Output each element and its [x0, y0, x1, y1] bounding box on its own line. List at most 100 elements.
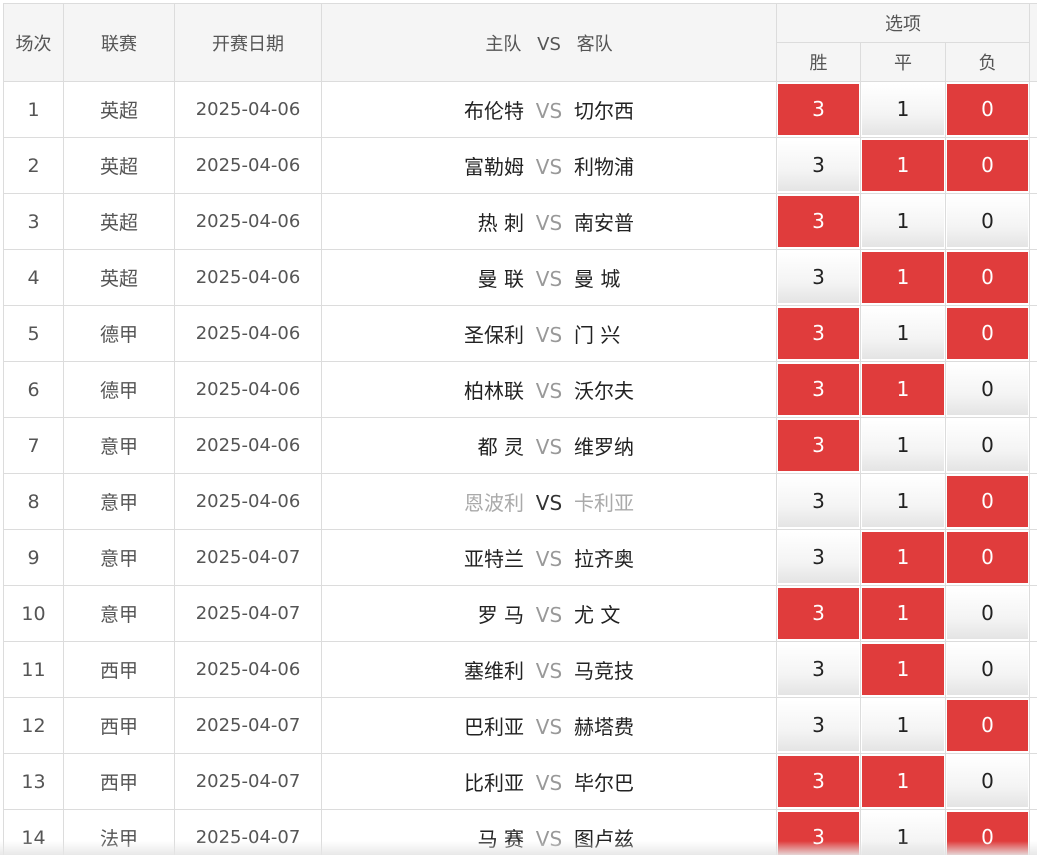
- row-spacer: [1029, 529, 1037, 586]
- home-team: 柏林联: [464, 379, 524, 403]
- home-team: 都 灵: [477, 435, 524, 459]
- match-date: 2025-04-06: [174, 305, 322, 362]
- row-spacer: [1029, 137, 1037, 194]
- lose-option-button[interactable]: 0: [947, 756, 1029, 807]
- lose-cell: 0: [944, 473, 1031, 530]
- match-number: 12: [3, 697, 64, 754]
- lose-option-button[interactable]: 0: [947, 476, 1029, 527]
- away-team: 拉齐奥: [574, 547, 634, 571]
- match-number: 5: [3, 305, 64, 362]
- win-option-button[interactable]: 3: [778, 588, 859, 639]
- match-table-container: 场次 联赛 开赛日期 主队 VS 客队 选项 胜 平 负 1 英超 2025-04-…: [3, 3, 1037, 855]
- match-number: 9: [3, 529, 64, 586]
- match-date: 2025-04-06: [174, 137, 322, 194]
- win-option-button[interactable]: 3: [778, 308, 859, 359]
- match-date: 2025-04-07: [174, 753, 322, 810]
- draw-cell: 1: [860, 529, 946, 586]
- lose-option-button[interactable]: 0: [947, 588, 1029, 639]
- win-option-button[interactable]: 3: [778, 532, 859, 583]
- win-option-button[interactable]: 3: [778, 420, 859, 471]
- lose-option-button[interactable]: 0: [947, 700, 1029, 751]
- win-option-button[interactable]: 3: [778, 140, 859, 191]
- lose-option-button[interactable]: 0: [947, 420, 1029, 471]
- draw-option-button[interactable]: 1: [862, 700, 944, 751]
- win-option-button[interactable]: 3: [778, 756, 859, 807]
- header-win: 胜: [776, 42, 861, 82]
- lose-option-button[interactable]: 0: [947, 252, 1029, 303]
- win-cell: 3: [776, 641, 861, 698]
- draw-option-button[interactable]: 1: [862, 532, 944, 583]
- draw-option-button[interactable]: 1: [862, 196, 944, 247]
- home-team: 热 刺: [477, 211, 524, 235]
- vs-label: VS: [535, 435, 563, 459]
- win-cell: 3: [776, 697, 861, 754]
- row-spacer: [1029, 193, 1037, 250]
- away-team: 尤 文: [574, 603, 621, 627]
- header-spacer: [1029, 3, 1037, 82]
- draw-option-button[interactable]: 1: [862, 364, 944, 415]
- home-team: 巴利亚: [464, 715, 524, 739]
- draw-option-button[interactable]: 1: [862, 140, 944, 191]
- lose-option-button[interactable]: 0: [947, 364, 1029, 415]
- match-league: 西甲: [63, 753, 175, 810]
- win-option-button[interactable]: 3: [778, 644, 859, 695]
- lose-option-button[interactable]: 0: [947, 532, 1029, 583]
- vs-label: VS: [535, 715, 563, 739]
- match-teams: 富勒姆 VS 利物浦: [321, 137, 777, 194]
- win-option-button[interactable]: 3: [778, 364, 859, 415]
- lose-cell: 0: [944, 641, 1031, 698]
- away-team: 曼 城: [574, 267, 621, 291]
- draw-option-button[interactable]: 1: [862, 476, 944, 527]
- draw-option-button[interactable]: 1: [862, 420, 944, 471]
- home-team: 圣保利: [464, 323, 524, 347]
- away-team: 卡利亚: [574, 491, 634, 515]
- away-team: 门 兴: [574, 323, 621, 347]
- row-spacer: [1029, 585, 1037, 642]
- draw-option-button[interactable]: 1: [862, 84, 944, 135]
- win-option-button[interactable]: 3: [778, 476, 859, 527]
- lose-option-button[interactable]: 0: [947, 196, 1029, 247]
- vs-label: VS: [535, 323, 563, 347]
- win-cell: 3: [776, 81, 861, 138]
- win-cell: 3: [776, 585, 861, 642]
- draw-option-button[interactable]: 1: [862, 644, 944, 695]
- match-teams: 柏林联 VS 沃尔夫: [321, 361, 777, 418]
- win-option-button[interactable]: 3: [778, 700, 859, 751]
- table-row: 8 意甲 2025-04-06 恩波利 VS 卡利亚 3 1 0: [3, 473, 1037, 530]
- win-option-button[interactable]: 3: [778, 196, 859, 247]
- lose-option-button[interactable]: 0: [947, 308, 1029, 359]
- match-number: 4: [3, 249, 64, 306]
- lose-option-button[interactable]: 0: [947, 644, 1029, 695]
- win-cell: 3: [776, 305, 861, 362]
- table-row: 11 西甲 2025-04-06 塞维利 VS 马竞技 3 1 0: [3, 641, 1037, 698]
- table-row: 9 意甲 2025-04-07 亚特兰 VS 拉齐奥 3 1 0: [3, 529, 1037, 586]
- match-league: 意甲: [63, 585, 175, 642]
- draw-option-button[interactable]: 1: [862, 756, 944, 807]
- lose-option-button[interactable]: 0: [947, 84, 1029, 135]
- row-spacer: [1029, 81, 1037, 138]
- vs-label: VS: [535, 155, 563, 179]
- lose-cell: 0: [944, 249, 1031, 306]
- home-team: 恩波利: [464, 491, 524, 515]
- lose-option-button[interactable]: 0: [947, 140, 1029, 191]
- win-option-button[interactable]: 3: [778, 84, 859, 135]
- match-league: 英超: [63, 137, 175, 194]
- draw-cell: 1: [860, 81, 946, 138]
- match-league: 德甲: [63, 361, 175, 418]
- win-cell: 3: [776, 529, 861, 586]
- table-row: 6 德甲 2025-04-06 柏林联 VS 沃尔夫 3 1 0: [3, 361, 1037, 418]
- match-league: 西甲: [63, 641, 175, 698]
- draw-option-button[interactable]: 1: [862, 252, 944, 303]
- lose-cell: 0: [944, 753, 1031, 810]
- draw-option-button[interactable]: 1: [862, 308, 944, 359]
- home-team: 塞维利: [464, 659, 524, 683]
- win-cell: 3: [776, 753, 861, 810]
- row-spacer: [1029, 473, 1037, 530]
- vs-label: VS: [535, 659, 563, 683]
- win-option-button[interactable]: 3: [778, 252, 859, 303]
- draw-cell: 1: [860, 193, 946, 250]
- draw-option-button[interactable]: 1: [862, 588, 944, 639]
- table-body: 1 英超 2025-04-06 布伦特 VS 切尔西 3 1 0 2 英超 2025-04-06 富勒姆…: [3, 81, 1037, 855]
- match-league: 英超: [63, 193, 175, 250]
- match-date: 2025-04-07: [174, 585, 322, 642]
